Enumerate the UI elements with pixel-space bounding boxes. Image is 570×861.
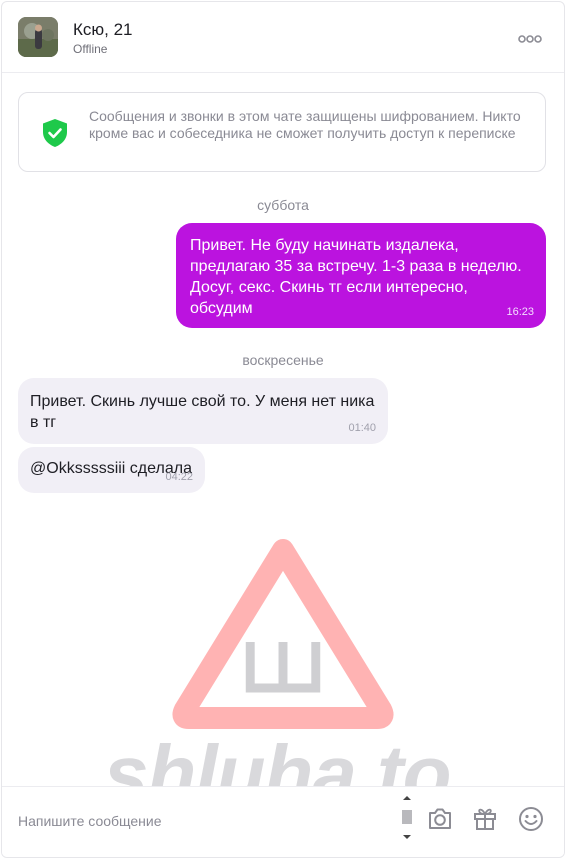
message-time: 01:40 xyxy=(348,422,376,434)
message-input[interactable] xyxy=(18,813,378,829)
gift-icon[interactable] xyxy=(469,803,501,835)
message-composer xyxy=(2,786,564,857)
message-outgoing[interactable]: Привет. Не буду начинать издалека, предл… xyxy=(176,223,546,328)
day-separator: суббота xyxy=(257,197,309,213)
contact-status: Offline xyxy=(73,42,108,56)
emoji-icon[interactable] xyxy=(515,803,547,835)
avatar[interactable] xyxy=(18,17,58,57)
message-time: 16:23 xyxy=(506,306,534,318)
encryption-notice: Сообщения и звонки в этом чате защищены … xyxy=(18,92,546,172)
message-incoming[interactable]: Привет. Скинь лучше свой то. У меня нет … xyxy=(18,378,388,444)
message-text: Привет. Не буду начинать издалека, предл… xyxy=(190,237,522,317)
more-icon[interactable] xyxy=(518,28,542,46)
message-incoming[interactable]: @Okksssssiii сделала 04:22 xyxy=(18,447,205,493)
contact-name[interactable]: Ксю, 21 xyxy=(73,20,133,40)
chat-window: Ксю, 21 Offline Сообщения и звонки в это… xyxy=(1,1,565,858)
shield-check-icon xyxy=(43,119,67,147)
encryption-notice-text: Сообщения и звонки в этом чате защищены … xyxy=(89,108,521,141)
day-separator: воскресенье xyxy=(242,352,324,368)
message-time: 04:22 xyxy=(165,471,193,483)
chat-header: Ксю, 21 Offline xyxy=(2,2,564,73)
textarea-scrollbar[interactable] xyxy=(400,795,414,841)
camera-icon[interactable] xyxy=(424,803,456,835)
message-text: Привет. Скинь лучше свой то. У меня нет … xyxy=(30,393,375,431)
